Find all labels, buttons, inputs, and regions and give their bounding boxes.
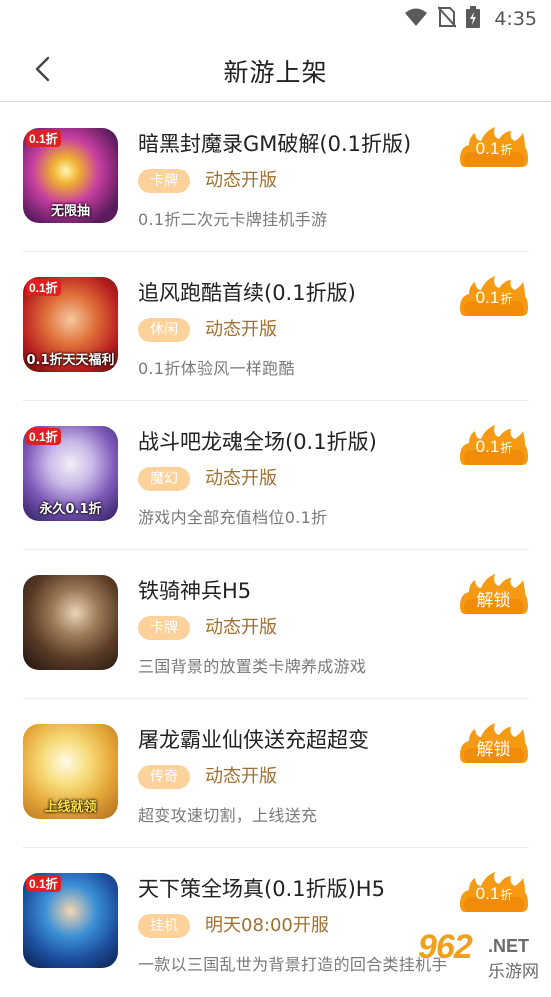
- unlock-badge[interactable]: 解锁: [459, 721, 529, 765]
- game-description: 一款以三国乱世为背景打造的回合类挂机手: [138, 955, 448, 974]
- game-open-status: 动态开版: [205, 319, 277, 340]
- game-genre-tag: 传奇: [138, 765, 190, 789]
- game-open-status: 动态开版: [205, 170, 277, 191]
- game-thumbnail[interactable]: 上线就领: [23, 724, 118, 819]
- badge-text: 0.1: [475, 437, 500, 456]
- game-open-status: 动态开版: [205, 617, 277, 638]
- thumbnail-caption: 上线就领: [44, 800, 97, 815]
- thumbnail-discount-stamp: 0.1折: [26, 428, 61, 445]
- wifi-icon: [404, 7, 428, 31]
- site-watermark: 962 .NET 乐游网: [410, 928, 551, 982]
- status-bar: 4:35: [0, 0, 551, 38]
- thumbnail-discount-stamp: 0.1折: [26, 130, 61, 147]
- badge-unit: 折: [500, 292, 513, 306]
- status-time: 4:35: [494, 8, 537, 30]
- nav-bar: 新游上架: [0, 38, 551, 102]
- watermark-net: .NET: [488, 936, 530, 956]
- thumbnail-caption: 无限抽: [50, 204, 90, 219]
- game-list: 0.1折 无限抽 暗黑封魔录GM破解(0.1折版) 卡牌 动态开版 0.1折二次…: [0, 103, 551, 997]
- discount-badge[interactable]: 0.1折: [459, 274, 529, 318]
- badge-text: 0.1: [475, 288, 500, 307]
- discount-badge[interactable]: 0.1折: [459, 125, 529, 169]
- game-thumbnail[interactable]: 0.1折: [23, 873, 118, 968]
- thumbnail-caption: 0.1折天天福利: [26, 353, 115, 368]
- game-genre-tag: 魔幻: [138, 467, 190, 491]
- discount-badge[interactable]: 0.1折: [459, 870, 529, 914]
- game-name[interactable]: 追风跑酷首续(0.1折版): [138, 277, 356, 307]
- game-genre-tag: 卡牌: [138, 616, 190, 640]
- thumbnail-discount-stamp: 0.1折: [26, 875, 61, 892]
- game-description: 游戏内全部充值档位0.1折: [138, 508, 328, 527]
- game-genre-tag: 挂机: [138, 914, 190, 938]
- game-list-item[interactable]: 0.1折 永久0.1折 战斗吧龙魂全场(0.1折版) 魔幻 动态开版 游戏内全部…: [22, 401, 529, 550]
- game-thumbnail[interactable]: 0.1折 永久0.1折: [23, 426, 118, 521]
- game-list-item[interactable]: 上线就领 屠龙霸业仙侠送充超超变 传奇 动态开版 超变攻速切割，上线送充 解锁: [22, 699, 529, 848]
- game-name[interactable]: 天下策全场真(0.1折版)H5: [138, 873, 385, 903]
- game-name[interactable]: 铁骑神兵H5: [138, 575, 251, 605]
- game-thumbnail[interactable]: [23, 575, 118, 670]
- page-title: 新游上架: [223, 58, 328, 87]
- game-genre-tag: 休闲: [138, 318, 190, 342]
- game-description: 0.1折体验风一样跑酷: [138, 359, 295, 378]
- thumbnail-caption: 永久0.1折: [39, 502, 102, 517]
- game-name[interactable]: 屠龙霸业仙侠送充超超变: [138, 724, 369, 754]
- badge-unit: 折: [500, 143, 513, 157]
- badge-text: 解锁: [476, 740, 511, 759]
- watermark-number: 962: [418, 928, 473, 966]
- game-name[interactable]: 暗黑封魔录GM破解(0.1折版): [138, 128, 411, 158]
- game-open-status: 明天08:00开服: [205, 915, 329, 936]
- game-genre-tag: 卡牌: [138, 169, 190, 193]
- badge-text: 解锁: [476, 591, 511, 610]
- game-list-item[interactable]: 铁骑神兵H5 卡牌 动态开版 三国背景的放置类卡牌养成游戏 解锁: [22, 550, 529, 699]
- badge-unit: 折: [500, 441, 513, 455]
- no-sim-icon: [437, 6, 458, 32]
- game-description: 0.1折二次元卡牌挂机手游: [138, 210, 328, 229]
- game-list-item[interactable]: 0.1折 0.1折天天福利 追风跑酷首续(0.1折版) 休闲 动态开版 0.1折…: [22, 252, 529, 401]
- game-list-item[interactable]: 0.1折 无限抽 暗黑封魔录GM破解(0.1折版) 卡牌 动态开版 0.1折二次…: [22, 103, 529, 252]
- badge-unit: 折: [500, 888, 513, 902]
- badge-text: 0.1: [475, 884, 500, 903]
- discount-badge[interactable]: 0.1折: [459, 423, 529, 467]
- thumbnail-discount-stamp: 0.1折: [26, 279, 61, 296]
- game-open-status: 动态开版: [205, 766, 277, 787]
- unlock-badge[interactable]: 解锁: [459, 572, 529, 616]
- game-description: 超变攻速切割，上线送充: [138, 806, 318, 825]
- game-name[interactable]: 战斗吧龙魂全场(0.1折版): [138, 426, 377, 456]
- badge-text: 0.1: [475, 139, 500, 158]
- game-thumbnail[interactable]: 0.1折 0.1折天天福利: [23, 277, 118, 372]
- game-description: 三国背景的放置类卡牌养成游戏: [138, 657, 367, 676]
- battery-charging-icon: [466, 6, 481, 32]
- game-thumbnail[interactable]: 0.1折 无限抽: [23, 128, 118, 223]
- game-open-status: 动态开版: [205, 468, 277, 489]
- watermark-site: 乐游网: [488, 962, 539, 982]
